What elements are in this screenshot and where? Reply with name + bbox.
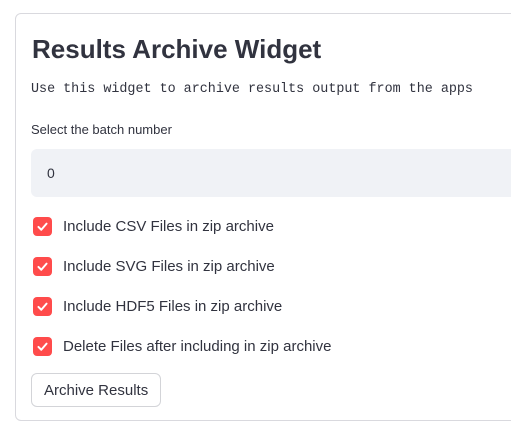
checkmark-icon: [37, 262, 48, 271]
delete-files-label: Delete Files after including in zip arch…: [63, 337, 332, 355]
include-csv-option[interactable]: Include CSV Files in zip archive: [33, 216, 274, 236]
include-hdf5-label: Include HDF5 Files in zip archive: [63, 297, 283, 315]
include-hdf5-checkbox[interactable]: [33, 296, 52, 316]
include-svg-option[interactable]: Include SVG Files in zip archive: [33, 256, 275, 276]
include-svg-checkbox[interactable]: [33, 256, 52, 276]
widget-title: Results Archive Widget: [32, 34, 322, 64]
checkmark-icon: [37, 342, 48, 351]
checkmark-icon: [37, 302, 48, 311]
batch-number-input[interactable]: [31, 149, 511, 197]
include-hdf5-option[interactable]: Include HDF5 Files in zip archive: [33, 296, 282, 316]
batch-number-field: [31, 149, 511, 197]
checkmark-icon: [37, 222, 48, 231]
batch-number-label: Select the batch number: [31, 122, 172, 137]
delete-files-option[interactable]: Delete Files after including in zip arch…: [33, 336, 331, 356]
delete-files-checkbox[interactable]: [33, 336, 52, 356]
include-csv-label: Include CSV Files in zip archive: [63, 217, 274, 235]
include-svg-label: Include SVG Files in zip archive: [63, 257, 275, 275]
widget-description: Use this widget to archive results outpu…: [31, 82, 473, 97]
archive-results-button[interactable]: Archive Results: [31, 373, 162, 407]
include-csv-checkbox[interactable]: [33, 216, 52, 236]
